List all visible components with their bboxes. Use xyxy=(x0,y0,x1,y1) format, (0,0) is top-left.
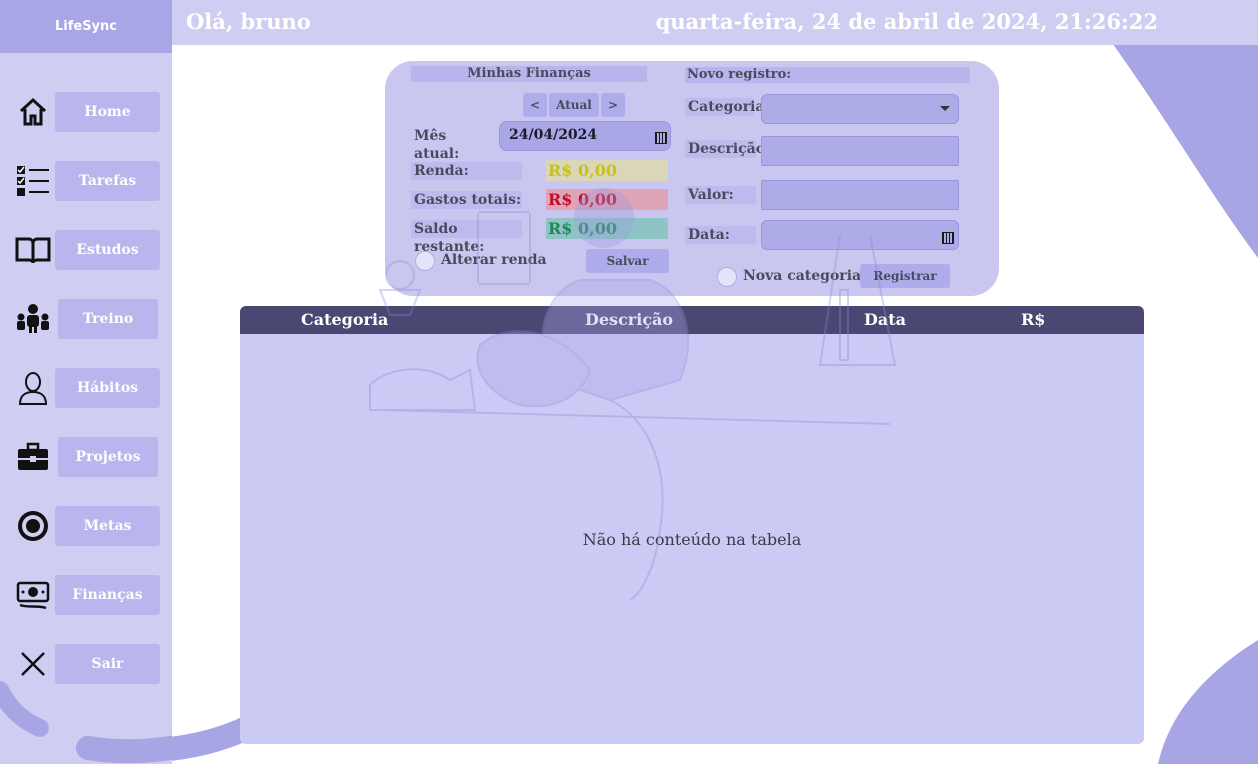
group-icon xyxy=(14,301,52,337)
chevron-down-icon xyxy=(940,106,950,111)
month-value: 24/04/2024 xyxy=(509,127,598,143)
greeting: Olá, bruno xyxy=(186,9,311,34)
table-header: Categoria Descrição Data R$ xyxy=(240,306,1144,334)
sidebar-item-treino[interactable]: Treino xyxy=(0,299,172,339)
sidebar-item-financas[interactable]: Finanças xyxy=(0,575,172,615)
records-table: Categoria Descrição Data R$ Não há conte… xyxy=(240,306,1144,744)
sidebar-item-label[interactable]: Finanças xyxy=(55,575,160,615)
finance-title: Minhas Finanças xyxy=(411,66,647,82)
calendar-icon[interactable] xyxy=(942,232,954,244)
next-month-button[interactable]: > xyxy=(601,93,625,117)
date-label: Data: xyxy=(685,226,756,244)
sidebar-item-sair[interactable]: Sair xyxy=(0,644,172,684)
book-icon xyxy=(14,232,52,268)
balance-label: Saldo restante: xyxy=(411,220,522,255)
date-input[interactable] xyxy=(761,220,959,250)
new-record-title: Novo registro: xyxy=(685,67,970,83)
target-icon xyxy=(14,508,52,544)
expenses-value: R$ 0,00 xyxy=(546,189,668,210)
balance-value: R$ 0,00 xyxy=(546,218,668,239)
income-label: Renda: xyxy=(411,162,522,180)
home-icon xyxy=(14,94,52,130)
description-label: Descrição: xyxy=(685,140,770,158)
value-input[interactable] xyxy=(761,180,959,210)
prev-month-button[interactable]: < xyxy=(523,93,547,117)
top-bar: Olá, bruno quarta-feira, 24 de abril de … xyxy=(172,0,1258,45)
sidebar-item-habitos[interactable]: Hábitos xyxy=(0,368,172,408)
description-input[interactable] xyxy=(761,136,959,166)
register-button[interactable]: Registrar xyxy=(860,264,950,288)
sidebar-item-label[interactable]: Treino xyxy=(58,299,158,339)
sidebar-item-estudos[interactable]: Estudos xyxy=(0,230,172,270)
close-icon xyxy=(14,646,52,682)
income-value: R$ 0,00 xyxy=(546,160,668,181)
column-header-amount[interactable]: R$ xyxy=(1021,310,1045,329)
sidebar-item-label[interactable]: Sair xyxy=(55,644,160,684)
sidebar-item-projetos[interactable]: Projetos xyxy=(0,437,172,477)
sidebar-item-label[interactable]: Metas xyxy=(55,506,160,546)
month-label: Mês atual: xyxy=(414,128,460,162)
current-datetime: quarta-feira, 24 de abril de 2024, 21:26… xyxy=(655,9,1158,34)
change-income-label: Alterar renda xyxy=(441,252,547,268)
category-select[interactable] xyxy=(761,94,959,124)
sidebar-item-tarefas[interactable]: Tarefas xyxy=(0,161,172,201)
current-month-button[interactable]: Atual xyxy=(549,93,599,117)
sidebar-item-label[interactable]: Projetos xyxy=(58,437,158,477)
sidebar-item-home[interactable]: Home xyxy=(0,92,172,132)
category-label: Categoria xyxy=(685,98,764,116)
money-icon xyxy=(14,577,52,613)
briefcase-icon xyxy=(14,439,52,475)
column-header-description[interactable]: Descrição xyxy=(585,310,673,329)
column-header-category[interactable]: Categoria xyxy=(301,310,388,329)
month-field[interactable]: 24/04/2024 xyxy=(499,121,671,151)
sidebar-item-label[interactable]: Hábitos xyxy=(55,368,160,408)
new-category-label: Nova categoria xyxy=(743,268,862,284)
calendar-icon[interactable] xyxy=(655,132,667,144)
sidebar-item-label[interactable]: Estudos xyxy=(55,230,160,270)
sidebar-item-metas[interactable]: Metas xyxy=(0,506,172,546)
new-category-radio[interactable] xyxy=(717,267,737,287)
save-button[interactable]: Salvar xyxy=(586,249,669,273)
sidebar-item-label[interactable]: Tarefas xyxy=(55,161,160,201)
value-label: Valor: xyxy=(685,186,756,204)
finance-panel: Minhas Finanças < Atual > Mês atual: 24/… xyxy=(385,61,999,296)
expenses-label: Gastos totais: xyxy=(411,191,522,209)
empty-table-message: Não há conteúdo na tabela xyxy=(582,530,802,549)
column-header-date[interactable]: Data xyxy=(864,310,906,329)
person-icon xyxy=(14,370,52,406)
change-income-radio[interactable] xyxy=(415,251,435,271)
sidebar-item-label[interactable]: Home xyxy=(55,92,160,132)
checklist-icon xyxy=(14,163,52,199)
sidebar: LifeSync Home Tarefas Estudos Treino Háb… xyxy=(0,0,172,764)
